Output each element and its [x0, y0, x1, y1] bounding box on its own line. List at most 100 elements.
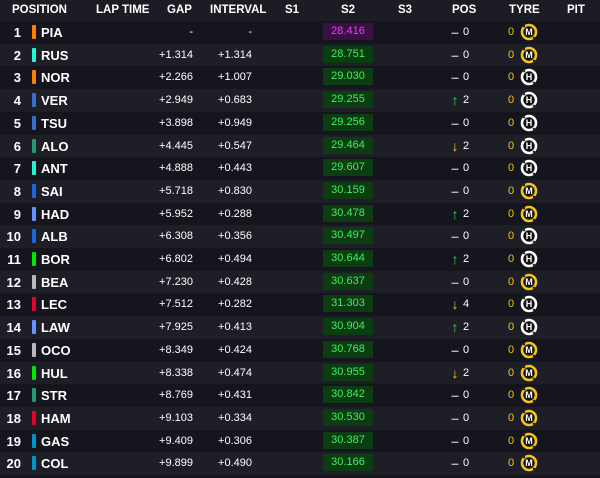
driver-code[interactable]: BOR: [41, 252, 70, 267]
tyre-compound-letter: H: [525, 299, 533, 310]
driver-code[interactable]: HAD: [41, 207, 69, 222]
position-change-down-arrow-icon: ↓: [451, 137, 459, 154]
position-change-value: 0: [462, 71, 470, 84]
interval-value: +0.413: [218, 321, 252, 334]
header-tyre[interactable]: TYRE: [509, 0, 540, 21]
team-color-bar: [32, 25, 36, 39]
timing-tower: POSITION LAP TIME GAP INTERVAL S1 S2 S3 …: [0, 0, 600, 478]
gap-value: +8.769: [159, 389, 193, 402]
table-row[interactable]: 7 ANT +4.888 +0.443 29.607–0 0 H: [0, 157, 600, 180]
team-color-bar: [32, 388, 36, 403]
header-s1[interactable]: S1: [285, 0, 299, 21]
tyre-compound-letter: M: [525, 49, 533, 60]
table-row[interactable]: 11 BOR +6.802 +0.494 30.644 ↑ 2 0 H: [0, 248, 600, 271]
interval-value: +1.007: [218, 71, 252, 84]
header-s3[interactable]: S3: [398, 0, 412, 21]
header-pos[interactable]: POS: [452, 0, 476, 21]
table-row[interactable]: 3 NOR +2.266 +1.007 29.030–0 0 H: [0, 66, 600, 90]
sector-2-time: 30.955: [323, 363, 373, 381]
position-change-value: 0: [462, 162, 470, 175]
header-pit[interactable]: PIT: [567, 0, 585, 21]
driver-code[interactable]: VER: [41, 93, 68, 108]
driver-code[interactable]: BEA: [41, 275, 68, 290]
driver-code[interactable]: GAS: [41, 434, 69, 449]
gap-value: -: [189, 26, 193, 38]
team-color-bar: [32, 320, 36, 335]
driver-code[interactable]: ALO: [41, 139, 68, 154]
driver-code[interactable]: TSU: [41, 116, 67, 131]
position-change-dash-icon: –: [451, 160, 459, 177]
sector-2-time: 31.303: [323, 295, 373, 313]
header-position[interactable]: POSITION: [12, 0, 67, 21]
interval-value: +0.431: [218, 389, 252, 402]
gap-value: +7.230: [159, 275, 193, 288]
table-row[interactable]: 4 VER +2.949 +0.683 29.255 ↑ 2 0 H: [0, 89, 600, 112]
table-row[interactable]: 8 SAI +5.718 +0.830 30.159–0 0 M: [0, 179, 600, 203]
position-number: 7: [13, 161, 21, 177]
driver-code[interactable]: LAW: [41, 320, 70, 335]
tyre-compound-letter: H: [525, 72, 533, 83]
driver-code[interactable]: LEC: [41, 297, 67, 312]
table-row[interactable]: 15 OCO +8.349 +0.424 30.768–0 0 M: [0, 338, 600, 362]
position-change-value: 0: [462, 48, 470, 61]
team-color-bar: [32, 183, 36, 198]
sector-2-time: 29.256: [323, 113, 373, 131]
tyre-compound-icon: M: [520, 205, 538, 223]
header-gap[interactable]: GAP: [167, 0, 192, 21]
table-row[interactable]: 1 PIA - -28.416–0 0 M: [0, 21, 600, 44]
position-number: 19: [6, 433, 21, 449]
driver-code[interactable]: COL: [41, 456, 68, 471]
position-change-value: 0: [462, 184, 470, 197]
table-row[interactable]: 13 LEC +7.512 +0.282 31.303 ↓ 4 0 H: [0, 293, 600, 317]
table-row[interactable]: 16 HUL +8.338 +0.474 30.955 ↓ 2 0 M: [0, 361, 600, 385]
gap-value: +1.314: [159, 48, 193, 61]
position-number: 2: [13, 47, 21, 63]
interval-value: -: [248, 26, 252, 38]
driver-code[interactable]: HUL: [41, 366, 68, 381]
driver-code[interactable]: PIA: [41, 25, 63, 40]
sector-2-time: 29.607: [323, 159, 373, 177]
position-change-dash-icon: –: [451, 228, 459, 245]
header-interval[interactable]: INTERVAL: [210, 0, 266, 21]
gap-value: +6.308: [159, 230, 193, 243]
driver-code[interactable]: SAI: [41, 184, 63, 199]
table-row[interactable]: 14 LAW +7.925 +0.413 30.904 ↑ 2 0 H: [0, 316, 600, 339]
table-row[interactable]: 5 TSU +3.898 +0.949 29.256–0 0 H: [0, 111, 600, 135]
sector-2-time: 30.637: [323, 272, 373, 290]
interval-value: +0.474: [218, 366, 252, 379]
gap-value: +5.718: [159, 184, 193, 197]
tyre-compound-letter: M: [525, 27, 533, 37]
driver-code[interactable]: HAM: [41, 411, 71, 426]
tyre-compound-letter: H: [525, 254, 533, 264]
table-row[interactable]: 2 RUS +1.314 +1.314 28.751–0 0 M: [0, 43, 600, 67]
gap-value: +9.103: [159, 411, 193, 424]
table-row[interactable]: 9 HAD +5.952 +0.288 30.478 ↑ 2 0 M: [0, 202, 600, 226]
tyre-compound-icon: H: [520, 91, 538, 109]
driver-code[interactable]: RUS: [41, 48, 68, 63]
header-s2[interactable]: S2: [341, 0, 355, 21]
driver-code[interactable]: ANT: [41, 161, 68, 176]
table-row[interactable]: 17 STR +8.769 +0.431 30.842–0 0 M: [0, 384, 600, 407]
table-row[interactable]: 10 ALB +6.308 +0.356 30.497–0 0 H: [0, 225, 600, 248]
position-number: 12: [6, 274, 21, 290]
table-row[interactable]: 12 BEA +7.230 +0.428 30.637–0 0 M: [0, 270, 600, 294]
interval-value: +0.334: [218, 411, 252, 424]
driver-code[interactable]: STR: [41, 388, 67, 403]
driver-code[interactable]: OCO: [41, 343, 71, 358]
table-row[interactable]: 20 COL +9.899 +0.490 30.166–0 0 M: [0, 452, 600, 475]
position-number: 9: [13, 206, 21, 222]
interval-value: +0.282: [218, 298, 252, 311]
header-lap-time[interactable]: LAP TIME: [96, 0, 149, 21]
position-number: 17: [6, 388, 21, 404]
table-row[interactable]: 18 HAM +9.103 +0.334 30.530–0 0 M: [0, 406, 600, 430]
tyre-laps: 0: [507, 389, 515, 402]
position-change-dash-icon: –: [451, 182, 459, 199]
tyre-compound-icon: M: [520, 46, 538, 64]
tyre-laps: 0: [507, 434, 515, 447]
tyre-laps: 0: [507, 321, 515, 334]
table-row[interactable]: 6 ALO +4.445 +0.547 29.464 ↓ 2 0 H: [0, 134, 600, 158]
table-row[interactable]: 19 GAS +9.409 +0.306 30.387–0 0 M: [0, 429, 600, 453]
driver-code[interactable]: ALB: [41, 229, 68, 244]
driver-code[interactable]: NOR: [41, 70, 70, 85]
tyre-laps: 0: [507, 411, 515, 424]
